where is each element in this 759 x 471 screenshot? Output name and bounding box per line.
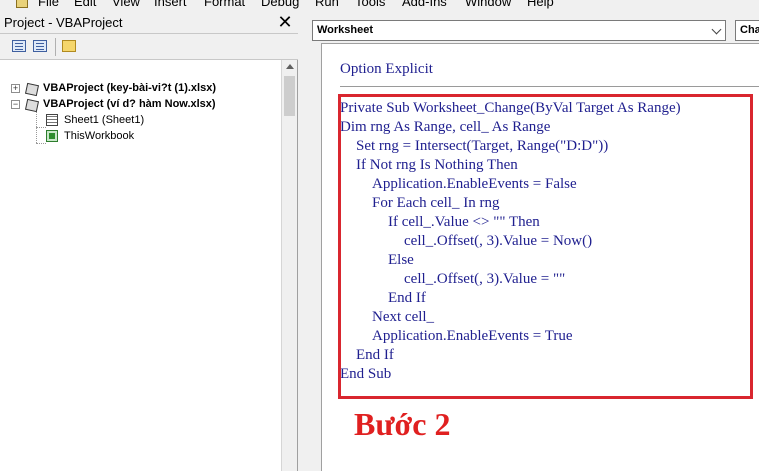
tree-item-label: Sheet1 (Sheet1) xyxy=(64,114,145,126)
project-explorer-title-text: Project - VBAProject xyxy=(4,15,123,30)
menu-view[interactable]: View xyxy=(112,0,140,9)
worksheet-icon xyxy=(46,114,58,126)
tree-item-label: VBAProject (key-bài-vi?t (1).xlsx) xyxy=(43,82,216,94)
view-code-button[interactable] xyxy=(10,38,28,55)
menu-bar: File Edit View Insert Format Debug Run T… xyxy=(0,0,759,12)
tree-item-thisworkbook[interactable]: ThisWorkbook xyxy=(46,128,246,144)
splitter[interactable] xyxy=(299,12,309,471)
object-dropdown[interactable]: Worksheet xyxy=(312,20,726,41)
collapse-icon[interactable]: − xyxy=(11,100,20,109)
tree-line xyxy=(36,127,46,128)
menu-help[interactable]: Help xyxy=(527,0,554,9)
code-highlight-box xyxy=(338,94,753,399)
code-editor[interactable]: Option Explicit Private Sub Worksheet_Ch… xyxy=(321,43,759,471)
menu-edit[interactable]: Edit xyxy=(74,0,96,9)
procedure-separator xyxy=(340,86,759,87)
chevron-down-icon xyxy=(711,24,722,35)
menu-window[interactable]: Window xyxy=(465,0,511,9)
app-menu-icon[interactable] xyxy=(16,0,28,8)
tree-item-label: VBAProject (ví d? hàm Now.xlsx) xyxy=(43,98,216,110)
tree-item-sheet1[interactable]: Sheet1 (Sheet1) xyxy=(46,112,246,128)
object-dropdown-value: Worksheet xyxy=(317,24,374,36)
menu-add-ins[interactable]: Add-Ins xyxy=(402,0,447,9)
menu-insert[interactable]: Insert xyxy=(154,0,187,9)
vba-project-icon xyxy=(25,98,38,110)
tree-item-project-1[interactable]: + VBAProject (key-bài-vi?t (1).xlsx) xyxy=(11,80,281,96)
expand-icon[interactable]: + xyxy=(11,84,20,93)
declarations-line: Option Explicit xyxy=(340,61,433,77)
procedure-dropdown-value: Cha xyxy=(740,24,759,36)
menu-file[interactable]: File xyxy=(38,0,59,9)
workbook-icon xyxy=(46,130,58,142)
close-icon[interactable]: ✕ xyxy=(276,13,294,32)
menu-tools[interactable]: Tools xyxy=(355,0,385,9)
scroll-up-icon[interactable] xyxy=(286,64,294,69)
project-explorer: Project - VBAProject ✕ + VBAProject (key… xyxy=(0,12,298,471)
code-window: Worksheet Cha Option Explicit Private Su… xyxy=(309,12,759,471)
view-code-icon xyxy=(12,40,26,52)
toolbar-divider xyxy=(55,38,56,56)
project-explorer-title: Project - VBAProject xyxy=(0,12,298,34)
view-object-icon xyxy=(33,40,47,52)
menu-run[interactable]: Run xyxy=(315,0,339,9)
menu-debug[interactable]: Debug xyxy=(261,0,299,9)
menu-format[interactable]: Format xyxy=(204,0,245,9)
step-label: Bước 2 xyxy=(354,406,451,442)
vba-project-icon xyxy=(25,82,38,94)
project-tree: + VBAProject (key-bài-vi?t (1).xlsx) − V… xyxy=(0,60,282,471)
view-object-button[interactable] xyxy=(31,38,49,55)
folder-icon xyxy=(62,40,76,52)
toggle-folders-button[interactable] xyxy=(60,38,78,55)
procedure-dropdown[interactable]: Cha xyxy=(735,20,759,41)
tree-item-project-2[interactable]: − VBAProject (ví d? hàm Now.xlsx) xyxy=(11,96,281,112)
tree-item-label: ThisWorkbook xyxy=(64,130,135,142)
tree-line xyxy=(36,143,46,144)
scrollbar-thumb[interactable] xyxy=(284,76,295,116)
tree-scrollbar[interactable] xyxy=(281,60,297,471)
project-toolbar xyxy=(0,34,298,60)
